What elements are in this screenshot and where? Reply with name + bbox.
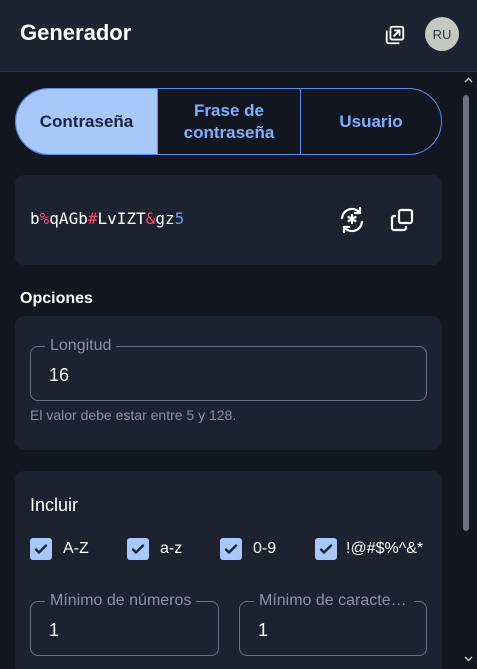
length-value: 16	[49, 365, 70, 385]
scrollbar-thumb[interactable]	[463, 95, 469, 531]
check-icon	[30, 538, 52, 560]
include-card: Incluir A-Z a-z 0-9 !@#$%^&* Mínimo de n…	[15, 471, 442, 669]
generator-content: Contraseña Frase de contraseña Usuario b…	[0, 73, 477, 669]
regenerate-icon[interactable]	[337, 205, 367, 235]
min-special-field[interactable]: Mínimo de caracteres especiales 1	[239, 590, 427, 656]
checkbox-numbers[interactable]: 0-9	[220, 538, 276, 560]
tab-password[interactable]: Contraseña	[16, 89, 157, 154]
min-numbers-label: Mínimo de números	[45, 590, 197, 612]
check-icon	[220, 538, 242, 560]
checkbox-label: a-z	[160, 540, 183, 557]
min-special-value: 1	[258, 620, 269, 640]
min-numbers-field[interactable]: Mínimo de números 1	[30, 590, 219, 656]
generated-password-card: b%qAGb#LvIZT&gz5	[15, 175, 442, 265]
checkbox-label: 0-9	[253, 540, 277, 557]
app-header: Generador RU	[0, 0, 477, 72]
generated-password: b%qAGb#LvIZT&gz5	[30, 209, 185, 228]
min-special-label: Mínimo de caracteres especiales	[254, 590, 414, 612]
avatar[interactable]: RU	[425, 17, 459, 51]
length-card: Longitud 16 El valor debe estar entre 5 …	[15, 316, 442, 450]
scroll-down-icon[interactable]	[464, 656, 473, 662]
length-hint: El valor debe estar entre 5 y 128.	[30, 407, 237, 423]
tab-username[interactable]: Usuario	[300, 89, 441, 154]
options-heading: Opciones	[20, 290, 93, 307]
scroll-up-icon[interactable]	[464, 77, 473, 83]
app-title: Generador	[20, 20, 132, 45]
popout-icon[interactable]	[384, 24, 406, 46]
length-field[interactable]: Longitud 16	[30, 335, 427, 401]
min-numbers-value: 1	[49, 620, 60, 640]
checkbox-uppercase[interactable]: A-Z	[30, 538, 89, 560]
check-icon	[127, 538, 149, 560]
scrollbar[interactable]	[460, 73, 477, 669]
generator-type-toggle: Contraseña Frase de contraseña Usuario	[15, 88, 442, 155]
checkbox-lowercase[interactable]: a-z	[127, 538, 182, 560]
checkbox-label: !@#$%^&*	[346, 540, 424, 557]
check-icon	[315, 538, 337, 560]
checkbox-label: A-Z	[63, 540, 89, 557]
tab-passphrase[interactable]: Frase de contraseña	[157, 89, 300, 154]
checkbox-special[interactable]: !@#$%^&*	[315, 538, 423, 560]
copy-icon[interactable]	[390, 208, 414, 232]
include-heading: Incluir	[30, 495, 79, 515]
length-label: Longitud	[45, 335, 117, 357]
